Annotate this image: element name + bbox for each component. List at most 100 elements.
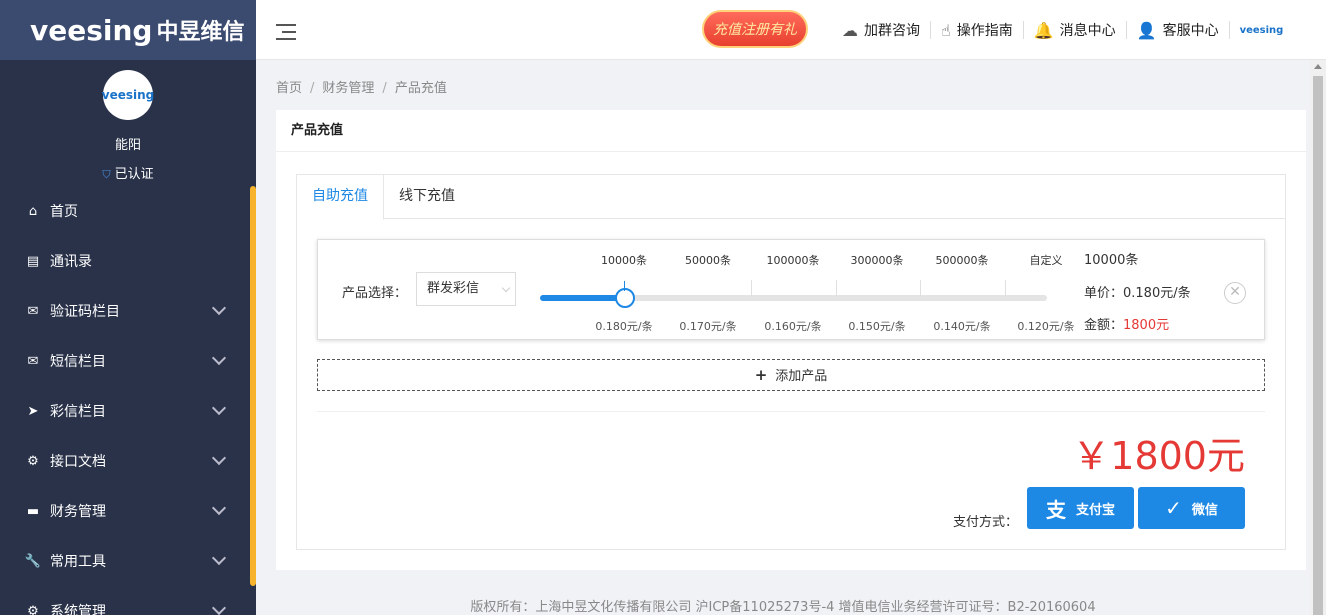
sidebar-item-system[interactable]: ⚙ 系统管理 bbox=[0, 586, 250, 615]
slider-divider bbox=[1005, 280, 1006, 296]
product-label: 产品选择： bbox=[342, 286, 408, 301]
sidebar-item-label: 常用工具 bbox=[50, 554, 106, 570]
recharge-card: 产品充值 自助充值 线下充值 产品选择： 群发彩信 10000条 50000条 10… bbox=[276, 110, 1306, 570]
shield-icon: ⛉ bbox=[102, 168, 111, 181]
cloud-icon: ☁ bbox=[842, 20, 858, 40]
tier-price-label: 0.180元/条 bbox=[595, 320, 653, 333]
amount-label: 金额： bbox=[1084, 318, 1124, 333]
tier-qty-label[interactable]: 自定义 bbox=[1030, 252, 1063, 268]
header-item-label: 操作指南 bbox=[956, 23, 1013, 39]
product-row: 产品选择： 群发彩信 10000条 50000条 100000条 300000条 500… bbox=[317, 239, 1265, 340]
tier-qty-label[interactable]: 500000条 bbox=[936, 252, 989, 268]
close-icon: ✕ bbox=[1229, 284, 1241, 300]
add-product-button[interactable]: + 添加产品 bbox=[317, 359, 1265, 391]
sidebar-item-contacts[interactable]: ▤ 通讯录 bbox=[0, 236, 250, 286]
header-item-label: 消息中心 bbox=[1059, 23, 1116, 39]
verified-badge: ⛉ 已认证 bbox=[0, 163, 256, 182]
breadcrumb-current: 产品充值 bbox=[394, 81, 447, 96]
sidebar-item-label: 财务管理 bbox=[50, 504, 106, 520]
alipay-label: 支付宝 bbox=[1075, 502, 1115, 518]
header-item-label: 客服中心 bbox=[1162, 23, 1219, 39]
tier-price-label: 0.120元/条 bbox=[1017, 320, 1075, 333]
header-nav: ☁ 加群咨询 ☝ 操作指南 🔔 消息中心 👤 客服中心 veesing bbox=[832, 0, 1293, 60]
sidebar-item-label: 接口文档 bbox=[50, 454, 106, 470]
slider-current-mark bbox=[624, 281, 625, 291]
scrollbar-thumb[interactable] bbox=[1313, 76, 1323, 615]
sidebar-item-sms[interactable]: ✉ 短信栏目 bbox=[0, 336, 250, 386]
wechat-pay-button[interactable]: ✓ 微信 bbox=[1138, 487, 1245, 529]
header-item-group-consult[interactable]: ☁ 加群咨询 bbox=[832, 20, 930, 40]
tab-self-recharge[interactable]: 自助充值 bbox=[297, 175, 384, 220]
header-item-guide[interactable]: ☝ 操作指南 bbox=[930, 20, 1023, 40]
sidebar-item-verification[interactable]: ✉ 验证码栏目 bbox=[0, 286, 250, 336]
breadcrumb-home[interactable]: 首页 bbox=[276, 81, 302, 96]
menu-toggle-icon[interactable] bbox=[276, 24, 296, 40]
breadcrumb: 首页 / 财务管理 / 产品充值 bbox=[276, 81, 447, 96]
tier-qty-label[interactable]: 300000条 bbox=[851, 252, 904, 268]
tab-panel: 自助充值 线下充值 产品选择： 群发彩信 10000条 50000条 100000条… bbox=[296, 174, 1286, 550]
alipay-icon: 支 bbox=[1045, 497, 1066, 522]
sidebar-item-mms[interactable]: ➤ 彩信栏目 bbox=[0, 386, 250, 436]
chevron-down-icon bbox=[211, 550, 227, 566]
unit-price: 单价：0.180元/条 bbox=[1084, 286, 1191, 301]
slider-divider bbox=[920, 280, 921, 296]
tier-price-label: 0.140元/条 bbox=[933, 320, 991, 333]
verified-label: 已认证 bbox=[114, 167, 154, 182]
username: 能阳 bbox=[114, 138, 141, 153]
page-scrollbar[interactable] bbox=[1310, 60, 1326, 615]
header-user-avatar[interactable]: veesing bbox=[1228, 21, 1294, 39]
promo-badge[interactable]: 充值注册有礼 bbox=[702, 10, 808, 48]
sidebar-item-label: 彩信栏目 bbox=[50, 404, 106, 420]
chevron-down-icon bbox=[501, 283, 511, 293]
sidebar-item-home[interactable]: ⌂ 首页 bbox=[0, 186, 250, 236]
scroll-up-icon[interactable] bbox=[1314, 64, 1322, 69]
qty-value: 10000条 bbox=[1084, 253, 1139, 268]
logo[interactable]: veesing 中昱维信 bbox=[0, 0, 256, 60]
tier-qty-label[interactable]: 100000条 bbox=[767, 252, 820, 268]
tier-price-label: 0.170元/条 bbox=[679, 320, 737, 333]
logo-cn: 中昱维信 bbox=[156, 20, 245, 45]
mini-logo: veesing bbox=[1239, 24, 1284, 36]
total-amount: ￥1800元 bbox=[1072, 434, 1245, 478]
chevron-down-icon bbox=[211, 500, 227, 516]
envelope-icon: ✉ bbox=[27, 353, 39, 369]
breadcrumb-finance[interactable]: 财务管理 bbox=[322, 81, 374, 96]
avatar[interactable]: veesing bbox=[102, 70, 154, 120]
remove-product-button[interactable]: ✕ bbox=[1224, 282, 1246, 304]
sidebar: veesing 中昱维信 veesing 能阳 ⛉ 已认证 ⌂ 首页 ▤ 通讯录 ✉ 验… bbox=[0, 0, 256, 615]
slider-divider bbox=[751, 280, 752, 296]
slider-handle[interactable] bbox=[615, 288, 635, 308]
tier-qty-label[interactable]: 50000条 bbox=[685, 252, 731, 268]
wrench-icon: 🔧 bbox=[24, 553, 42, 569]
pointer-hand-icon: ☝ bbox=[941, 20, 951, 40]
alipay-button[interactable]: 支支付宝 bbox=[1027, 487, 1134, 529]
header-item-messages[interactable]: 🔔 消息中心 bbox=[1022, 20, 1126, 40]
slider-divider bbox=[836, 280, 837, 296]
chevron-down-icon bbox=[211, 300, 227, 316]
tab-offline-recharge[interactable]: 线下充值 bbox=[384, 175, 470, 219]
quantity-slider[interactable] bbox=[540, 288, 1047, 308]
chevron-down-icon bbox=[211, 400, 227, 416]
envelope-open-icon: ✉ bbox=[27, 303, 39, 319]
amount-value: 1800元 bbox=[1123, 318, 1170, 333]
sidebar-item-finance[interactable]: ▬ 财务管理 bbox=[0, 486, 250, 536]
sidebar-item-label: 验证码栏目 bbox=[50, 304, 120, 320]
sidebar-item-tools[interactable]: 🔧 常用工具 bbox=[0, 536, 250, 586]
chevron-down-icon bbox=[211, 600, 227, 615]
top-header: 充值注册有礼 ☁ 加群咨询 ☝ 操作指南 🔔 消息中心 👤 客服中心 veesing bbox=[256, 0, 1326, 60]
product-select[interactable]: 群发彩信 bbox=[416, 272, 516, 306]
chevron-down-icon bbox=[211, 350, 227, 366]
bell-icon: 🔔 bbox=[1033, 20, 1054, 40]
pay-method-label: 支付方式： bbox=[953, 515, 1019, 530]
sidebar-menu: ⌂ 首页 ▤ 通讯录 ✉ 验证码栏目 ✉ 短信栏目 ➤ 彩信栏目 ⚙ 接口文档 ▬ 财务管理 … bbox=[0, 186, 250, 615]
gear-icon: ⚙ bbox=[27, 603, 39, 615]
tier-qty-label[interactable]: 10000条 bbox=[601, 252, 647, 268]
cogs-icon: ⚙ bbox=[27, 453, 39, 469]
slider-fill bbox=[540, 295, 625, 301]
paper-plane-icon: ➤ bbox=[27, 403, 39, 419]
footer-copyright: 版权所有：上海中昱文化传播有限公司 沪ICP备11025273号-4 增值电信业… bbox=[470, 600, 1096, 615]
header-item-support[interactable]: 👤 客服中心 bbox=[1125, 21, 1229, 40]
credit-card-icon: ▬ bbox=[26, 503, 40, 519]
sidebar-item-api-docs[interactable]: ⚙ 接口文档 bbox=[0, 436, 250, 486]
plus-icon: + bbox=[754, 366, 768, 384]
